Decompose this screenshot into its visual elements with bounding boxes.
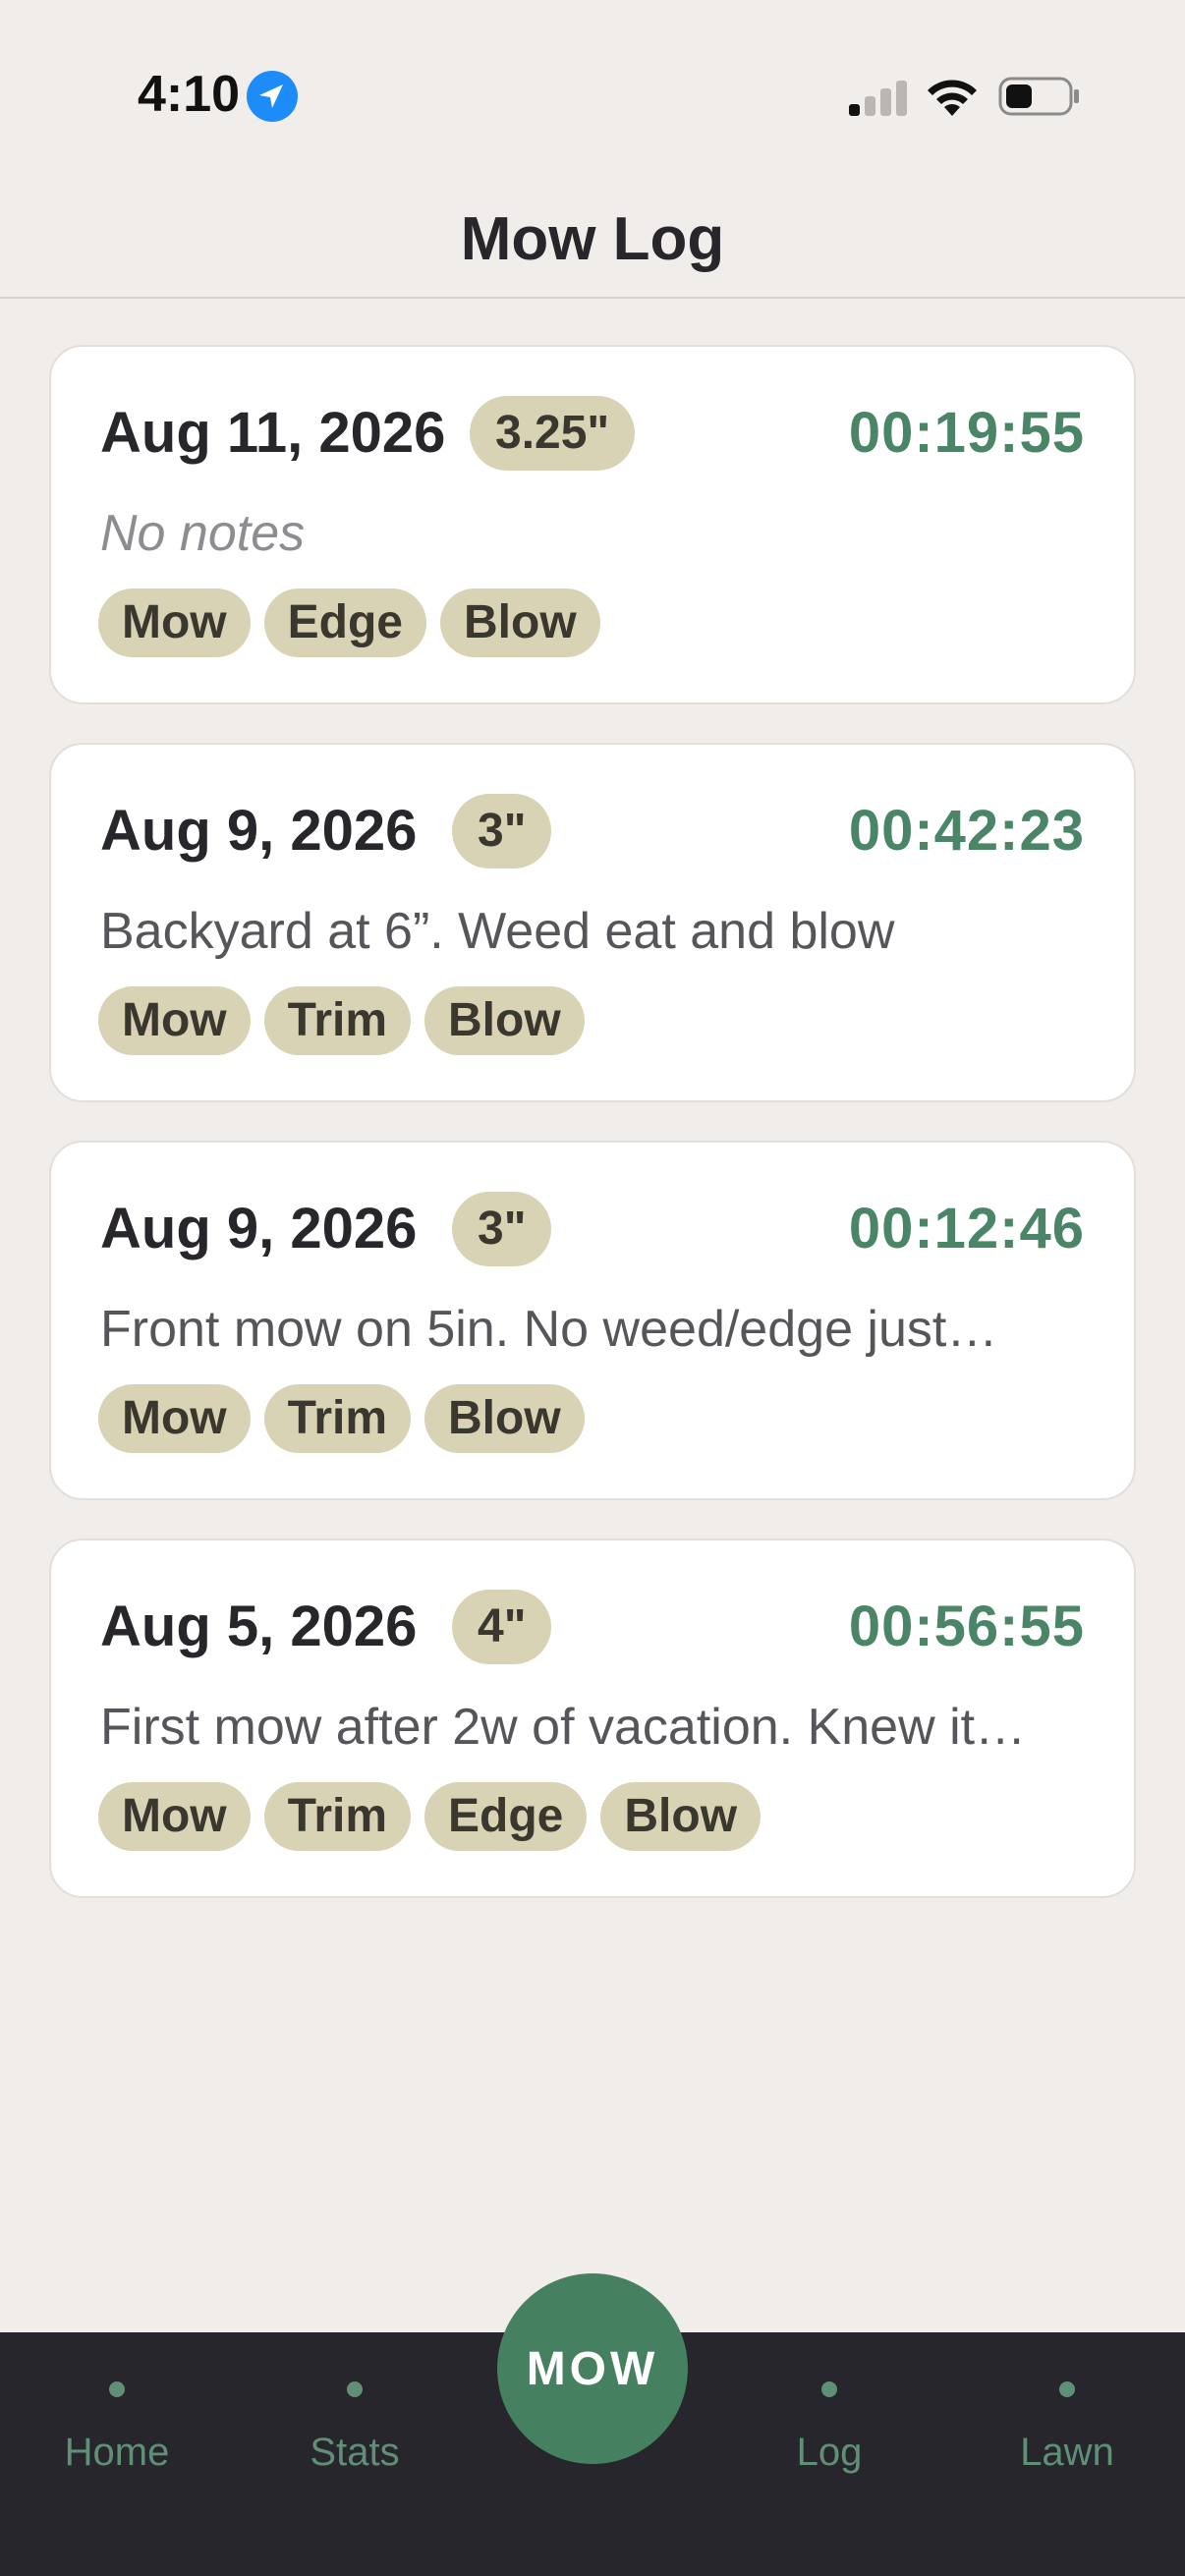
task-tag: Edge xyxy=(424,1782,588,1851)
location-arrow-icon xyxy=(247,71,298,122)
tab-label: Lawn xyxy=(1020,2431,1114,2474)
cut-height-badge: 3.25" xyxy=(470,396,636,471)
tab-dot-icon xyxy=(821,2381,837,2397)
cellular-signal-icon xyxy=(849,81,907,116)
screen: 4:10 Mow Log Aug 11, 2026 3.25" 00:19:55 xyxy=(0,0,1185,2576)
log-entry-card[interactable]: Aug 5, 2026 4" 00:56:55 First mow after … xyxy=(49,1539,1136,1898)
task-tag: Mow xyxy=(98,1384,251,1453)
status-time: 4:10 xyxy=(138,66,241,123)
cut-height-badge: 3" xyxy=(452,794,552,868)
battery-icon xyxy=(998,77,1079,116)
task-tag: Trim xyxy=(263,1384,412,1453)
tab-label: Home xyxy=(64,2431,170,2474)
tab-lawn[interactable]: Lawn xyxy=(979,2381,1156,2475)
tab-stats[interactable]: Stats xyxy=(266,2381,443,2475)
entry-note: Backyard at 6”. Weed eat and blow xyxy=(100,903,895,960)
status-bar: 4:10 xyxy=(0,0,1185,147)
entry-note: First mow after 2w of vacation. Knew it… xyxy=(100,1699,1027,1756)
task-tag: Mow xyxy=(98,986,251,1055)
entry-date: Aug 9, 2026 xyxy=(100,1197,418,1260)
task-tag: Blow xyxy=(424,986,585,1055)
entry-date: Aug 11, 2026 xyxy=(100,401,446,465)
task-tag: Blow xyxy=(600,1782,762,1851)
log-entry-card[interactable]: Aug 11, 2026 3.25" 00:19:55 No notes Mow… xyxy=(49,345,1136,704)
task-tag: Trim xyxy=(263,1782,412,1851)
task-tag: Blow xyxy=(424,1384,585,1453)
tab-label: Stats xyxy=(310,2431,400,2474)
task-tag: Mow xyxy=(98,588,251,657)
start-mow-button[interactable]: MOW xyxy=(497,2273,688,2464)
entry-note: No notes xyxy=(100,505,306,562)
entry-duration: 00:19:55 xyxy=(848,401,1085,465)
cut-height-badge: 4" xyxy=(452,1590,552,1664)
header: Mow Log xyxy=(0,147,1185,299)
wifi-icon xyxy=(928,80,977,116)
tab-dot-icon xyxy=(347,2381,363,2397)
tab-log[interactable]: Log xyxy=(741,2381,918,2475)
page-title: Mow Log xyxy=(460,205,725,273)
cut-height-badge: 3" xyxy=(452,1192,552,1266)
task-tags: Mow Edge Blow xyxy=(98,588,600,657)
log-entry-card[interactable]: Aug 9, 2026 3" 00:42:23 Backyard at 6”. … xyxy=(49,743,1136,1102)
tab-home[interactable]: Home xyxy=(28,2381,205,2475)
tab-label: Log xyxy=(796,2431,863,2474)
task-tag: Blow xyxy=(440,588,600,657)
task-tag: Mow xyxy=(98,1782,251,1851)
tab-dot-icon xyxy=(109,2381,125,2397)
entry-date: Aug 5, 2026 xyxy=(100,1595,418,1658)
task-tag: Trim xyxy=(263,986,412,1055)
entry-duration: 00:12:46 xyxy=(848,1197,1085,1260)
entry-date: Aug 9, 2026 xyxy=(100,799,418,863)
task-tags: Mow Trim Edge Blow xyxy=(98,1782,762,1851)
task-tag: Edge xyxy=(263,588,426,657)
tab-dot-icon xyxy=(1059,2381,1075,2397)
entry-note: Front mow on 5in. No weed/edge just… xyxy=(100,1301,998,1358)
entry-duration: 00:42:23 xyxy=(848,799,1085,863)
entry-duration: 00:56:55 xyxy=(848,1595,1085,1658)
task-tags: Mow Trim Blow xyxy=(98,986,585,1055)
task-tags: Mow Trim Blow xyxy=(98,1384,585,1453)
log-entry-card[interactable]: Aug 9, 2026 3" 00:12:46 Front mow on 5in… xyxy=(49,1141,1136,1500)
